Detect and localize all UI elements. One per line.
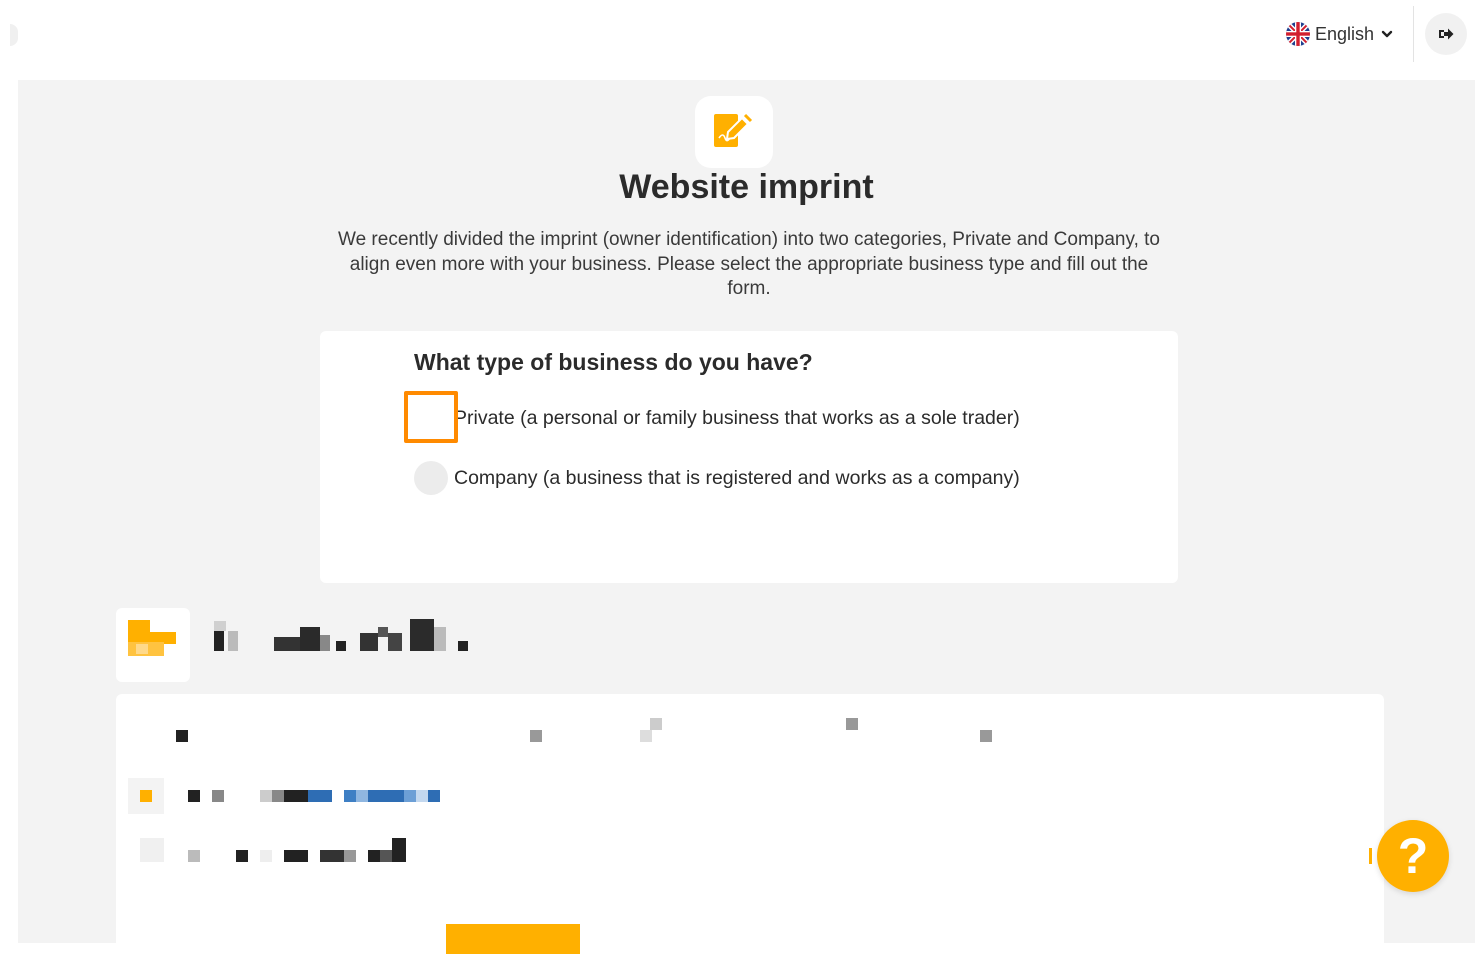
company-option-label: Company (a business that is registered a… — [454, 466, 1020, 489]
page-title: Website imprint — [619, 168, 874, 206]
main-content: Website imprint We recently divided the … — [18, 80, 1475, 954]
private-radio-wrap — [404, 391, 458, 443]
help-button[interactable]: ? — [1377, 820, 1449, 892]
sign-out-icon — [1439, 28, 1454, 40]
uk-flag-icon — [1286, 22, 1310, 46]
pixelated-panel — [116, 694, 1384, 954]
header-divider — [1413, 6, 1414, 62]
pixelated-section-icon — [116, 608, 190, 682]
language-selector[interactable]: English — [1286, 20, 1393, 48]
signature-document-icon — [695, 96, 773, 168]
help-edge-marker — [1369, 848, 1372, 864]
company-radio[interactable] — [414, 461, 448, 495]
business-type-card: What type of business do you have? Priva… — [320, 331, 1178, 583]
business-type-private-option[interactable]: Private (a personal or family business t… — [404, 391, 1020, 443]
logout-button[interactable] — [1425, 13, 1467, 55]
sidebar-toggle-edge[interactable] — [10, 24, 18, 46]
page-intro: We recently divided the imprint (owner i… — [338, 229, 1160, 299]
private-option-label: Private (a personal or family business t… — [454, 406, 1020, 429]
question-mark-icon: ? — [1397, 828, 1429, 884]
chevron-down-icon — [1381, 30, 1393, 38]
business-type-company-option[interactable]: Company (a business that is registered a… — [414, 461, 1020, 495]
pixelated-section — [116, 608, 1384, 954]
top-bar: English — [0, 0, 1475, 74]
focus-highlight — [404, 391, 458, 443]
business-type-question: What type of business do you have? — [414, 349, 813, 375]
language-label: English — [1315, 23, 1375, 44]
